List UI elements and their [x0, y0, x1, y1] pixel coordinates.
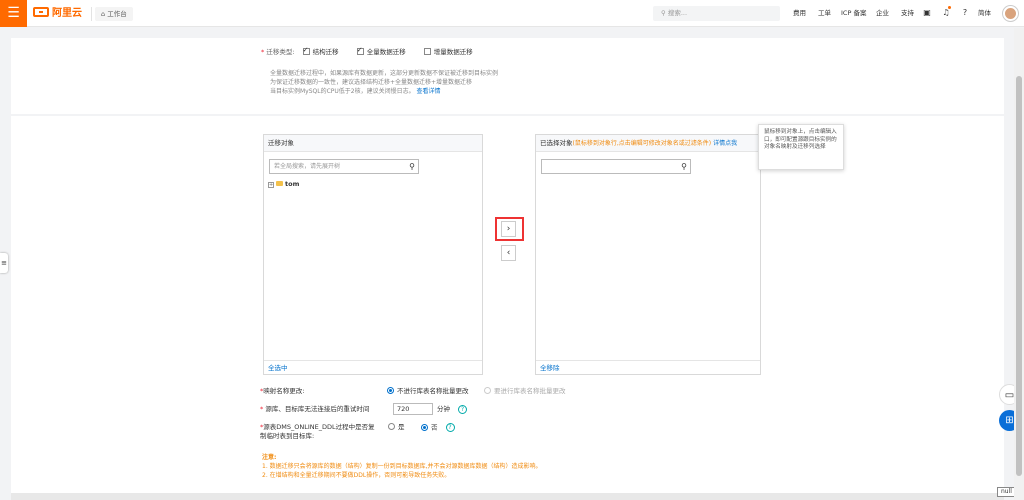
selected-search-input[interactable]: ⚲: [541, 159, 691, 174]
rename-option-no[interactable]: 不进行库表名称批量更改: [387, 387, 469, 396]
menu-icon[interactable]: ☰: [0, 0, 27, 27]
search-icon[interactable]: ⚲: [409, 160, 415, 173]
required-mark: *: [260, 405, 264, 413]
screen-icon[interactable]: ▣: [921, 7, 933, 19]
workbench-label: 工作台: [107, 10, 127, 18]
folder-icon: [276, 181, 283, 186]
ddl-option-yes[interactable]: 是: [388, 423, 405, 432]
source-objects-box: 迁移对象 若全局搜索，请先展开树 ⚲ + tom 全选中: [263, 134, 483, 375]
migration-type-panel: * 迁移类型: 结构迁移 全量数据迁移 增量数据迁移 全量数据迁移过程中，如果源…: [11, 38, 1004, 114]
logo-icon: [33, 7, 49, 17]
option-full-label: 全量数据迁移: [366, 48, 406, 56]
nav-fees[interactable]: 费用: [793, 8, 806, 19]
ddl-label-line2: 制临时表到目标库:: [260, 432, 315, 440]
nav-enterprise[interactable]: 企业: [876, 8, 889, 19]
notes: 注意: 1. 数据迁移只会将源库的数据（结构）复制一份到目标数据库,并不会对源数…: [262, 453, 542, 480]
migration-type-row: * 迁移类型: 结构迁移 全量数据迁移 增量数据迁移: [261, 46, 473, 57]
move-left-button[interactable]: ‹: [501, 245, 516, 261]
checkbox-incremental[interactable]: [423, 48, 431, 55]
home-icon: ⌂: [101, 10, 106, 18]
nav-tickets[interactable]: 工单: [818, 8, 831, 19]
avatar[interactable]: [1003, 6, 1018, 21]
highlight-box: [495, 217, 524, 241]
top-bar: ☰ 阿里云 ⌂ 工作台 ⚲ 搜索... 费用 工单 ICP 备案 企业 支持 ▣…: [0, 0, 1024, 27]
logo-text: 阿里云: [52, 8, 82, 19]
option-structure-label: 结构迁移: [312, 48, 339, 56]
option-incremental[interactable]: 增量数据迁移: [423, 48, 473, 56]
source-search-placeholder: 若全局搜索，请先展开树: [274, 163, 341, 170]
selected-objects-box: 已选择对象(鼠标移到对象行,点击编辑可修改对象名或过滤条件) 详情点我 ⚲ 全移…: [535, 134, 761, 375]
ddl-yes-label: 是: [398, 423, 405, 431]
note-line-3: 当目标实例MySQL的CPU低于2核，建议关闭慢日志。 查看详情: [270, 87, 498, 96]
note-line: 全量数据迁移过程中，如果源库有数据更新，这部分更新数据不保证被迁移到目标实例: [270, 70, 499, 77]
aliyun-logo[interactable]: 阿里云: [33, 7, 82, 21]
global-search-input[interactable]: ⚲ 搜索...: [653, 6, 780, 21]
selected-box-hint: (鼠标移到对象行,点击编辑可修改对象名或过滤条件): [572, 140, 712, 147]
tree-item-tom[interactable]: + tom: [268, 180, 299, 189]
ddl-option-no[interactable]: 否?: [421, 423, 455, 433]
option-structure[interactable]: 结构迁移: [302, 46, 339, 56]
remove-all-link[interactable]: 全移除: [536, 360, 760, 374]
radio-rename-no[interactable]: [387, 387, 394, 394]
note-line: 1. 数据迁移只会将源库的数据（结构）复制一份到目标数据库,并不会对源数据库数据…: [262, 463, 542, 470]
rename-option-no-label: 不进行库表名称批量更改: [397, 387, 469, 395]
required-mark: *: [261, 48, 265, 56]
note-line-text: 当目标实例MySQL的CPU低于2核，建议关闭慢日志。: [270, 88, 415, 95]
workbench-button[interactable]: ⌂ 工作台: [95, 7, 133, 21]
radio-ddl-yes[interactable]: [388, 423, 395, 430]
retry-unit: 分钟: [437, 405, 450, 413]
rename-label-row: *映射名称更改:: [260, 387, 304, 396]
bottom-action-bar: [11, 493, 1004, 500]
ddl-label: *源表DMS_ONLINE_DDL过程中是否复 制临时表到目标库:: [260, 423, 375, 441]
nav-support[interactable]: 支持: [901, 8, 914, 19]
tree-item-label: tom: [285, 180, 300, 188]
scrollbar[interactable]: [1014, 28, 1024, 500]
checkbox-structure[interactable]: [302, 46, 310, 55]
option-full[interactable]: 全量数据迁移: [356, 46, 406, 56]
note-line: 为保证迁移数据的一致性，建议选择结构迁移+全量数据迁移+增量数据迁移: [270, 79, 473, 86]
help-icon[interactable]: ?: [458, 404, 467, 414]
search-icon: ⚲: [661, 9, 666, 17]
expand-icon[interactable]: +: [268, 182, 274, 188]
object-selection-panel: [11, 116, 1004, 500]
rename-label: 映射名称更改:: [263, 387, 305, 395]
notification-dot: [948, 6, 951, 9]
help-icon[interactable]: ?: [959, 7, 971, 19]
radio-ddl-no[interactable]: [421, 423, 428, 431]
view-details-link[interactable]: 查看详情: [417, 88, 441, 95]
search-icon[interactable]: ⚲: [681, 160, 687, 173]
option-incremental-label: 增量数据迁移: [433, 48, 473, 56]
ddl-label-text: 源表DMS_ONLINE_DDL过程中是否复: [263, 423, 375, 431]
rename-option-yes[interactable]: 要进行库表名称批量更改: [484, 387, 566, 396]
nav-icp[interactable]: ICP 备案: [841, 8, 866, 19]
search-placeholder: 搜索...: [667, 9, 688, 17]
rename-option-yes-label: 要进行库表名称批量更改: [494, 387, 566, 395]
retry-label: 源库、目标库无法连接后的重试时间: [265, 405, 370, 413]
selected-box-header: 已选择对象(鼠标移到对象行,点击编辑可修改对象名或过滤条件) 详情点我: [536, 135, 760, 152]
tooltip: 鼠标移到对象上，点击编辑入口，即可配置源跟目标实例的对象名映射及迁移列选择: [758, 124, 844, 170]
radio-rename-yes[interactable]: [484, 387, 491, 394]
migration-type-label: 迁移类型:: [266, 48, 295, 56]
source-box-title: 迁移对象: [264, 135, 482, 152]
retry-label-row: * 源库、目标库无法连接后的重试时间: [260, 405, 369, 414]
selected-box-title: 已选择对象: [540, 139, 573, 147]
ddl-no-label: 否: [431, 423, 438, 432]
help-icon[interactable]: ?: [445, 423, 455, 432]
source-search-input[interactable]: 若全局搜索，请先展开树 ⚲: [269, 159, 419, 174]
details-link[interactable]: 详情点我: [713, 140, 737, 147]
notes-title: 注意:: [262, 454, 277, 461]
retry-field-row: 720 分钟?: [393, 403, 467, 415]
ddl-label-line1: *源表DMS_ONLINE_DDL过程中是否复: [260, 423, 375, 432]
scrollbar-thumb[interactable]: [1016, 76, 1022, 476]
checkbox-full[interactable]: [356, 46, 364, 55]
note-line: 2. 在增结构和全量迁移期间不要做DDL操作，否则可能导致任务失败。: [262, 472, 451, 479]
language-switch[interactable]: 简体: [978, 8, 991, 19]
retry-time-input[interactable]: 720: [393, 403, 433, 415]
select-all-link[interactable]: 全选中: [264, 360, 482, 374]
divider: [91, 7, 92, 21]
migration-note: 全量数据迁移过程中，如果源库有数据更新，这部分更新数据不保证被迁移到目标实例 为…: [270, 69, 498, 96]
sidebar-toggle-icon[interactable]: ≡: [0, 253, 8, 273]
